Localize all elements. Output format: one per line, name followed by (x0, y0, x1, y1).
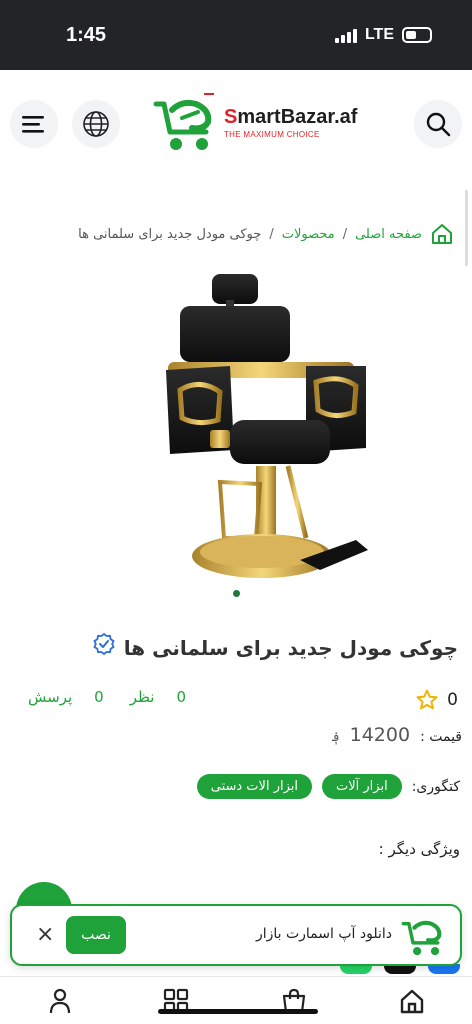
site-logo[interactable]: SmartBazar.af THE MAXIMUM CHOICE (152, 90, 357, 154)
close-icon[interactable]: × (36, 922, 54, 947)
tab-home[interactable] (396, 985, 428, 1017)
home-icon[interactable] (430, 222, 454, 246)
app-logo-icon (401, 920, 442, 956)
questions-link[interactable]: 0 پرسش (28, 688, 104, 706)
carousel-dot[interactable] (233, 590, 240, 597)
product-stats: 0 نظر 0 پرسش (28, 688, 186, 706)
star-icon (416, 689, 438, 710)
user-icon (49, 988, 71, 1014)
network-label: LTE (364, 26, 394, 43)
reviews-label: نظر (129, 688, 155, 706)
signal-icon (334, 27, 357, 43)
product-title: چوکی مودل جدید برای سلمانی ها (123, 636, 458, 660)
globe-icon (83, 111, 109, 137)
product-category: کتگوری: ابزار آلات ابزار الات دستی (196, 774, 460, 799)
product-rating[interactable]: 0 (415, 688, 458, 712)
install-button[interactable]: نصب (66, 916, 126, 954)
menu-button[interactable] (10, 100, 58, 148)
search-button[interactable] (414, 100, 462, 148)
breadcrumb-products[interactable]: محصولات (282, 227, 335, 242)
home-indicator (158, 1009, 318, 1014)
bottom-tab-bar (0, 976, 472, 1024)
home-icon (400, 989, 424, 1014)
price-label: قیمت : (420, 729, 462, 745)
hamburger-icon (22, 116, 44, 133)
app-install-banner: × نصب دانلود آپ اسمارت بازار (10, 904, 462, 966)
breadcrumb-separator: / (269, 226, 274, 242)
category-tag[interactable]: ابزار الات دستی (196, 774, 312, 799)
cart-logo-icon (153, 93, 214, 150)
logo-text: martBazar.af (237, 105, 358, 128)
currency-symbol: ؋ (331, 730, 340, 745)
product-image[interactable] (160, 270, 375, 585)
battery-icon (402, 27, 432, 43)
reviews-count: 0 (176, 688, 187, 706)
status-bar: 1:45 LTE (0, 0, 472, 70)
category-tag[interactable]: ابزار آلات (322, 774, 402, 799)
breadcrumb-current: چوکی مودل جدید برای سلمانی ها (78, 226, 262, 242)
features-heading: ویژگی دیگر : (378, 840, 460, 858)
questions-count: 0 (94, 688, 104, 706)
breadcrumb-separator: / (342, 226, 348, 242)
category-label: کتگوری: (411, 778, 460, 795)
product-price: قیمت : 14200 ؋ (332, 724, 462, 746)
tab-account[interactable] (44, 985, 76, 1017)
scroll-indicator (465, 190, 468, 266)
logo-text-prefix: S (224, 105, 238, 128)
price-value: 14200 (349, 724, 411, 746)
breadcrumb: صفحه اصلی / محصولات / چوکی مودل جدید برا… (78, 222, 454, 246)
language-button[interactable] (72, 100, 120, 148)
breadcrumb-home[interactable]: صفحه اصلی (355, 227, 422, 242)
product-title-row: چوکی مودل جدید برای سلمانی ها (92, 632, 458, 660)
rating-value: 0 (447, 690, 458, 710)
reviews-link[interactable]: 0 نظر (130, 688, 186, 706)
questions-label: پرسش (28, 688, 73, 706)
site-header: SmartBazar.af THE MAXIMUM CHOICE (0, 70, 472, 180)
banner-text: دانلود آپ اسمارت بازار (255, 926, 392, 942)
search-icon (426, 112, 451, 137)
verified-badge-icon (93, 632, 115, 656)
status-time: 1:45 (66, 24, 107, 46)
logo-tagline: THE MAXIMUM CHOICE (224, 129, 320, 139)
